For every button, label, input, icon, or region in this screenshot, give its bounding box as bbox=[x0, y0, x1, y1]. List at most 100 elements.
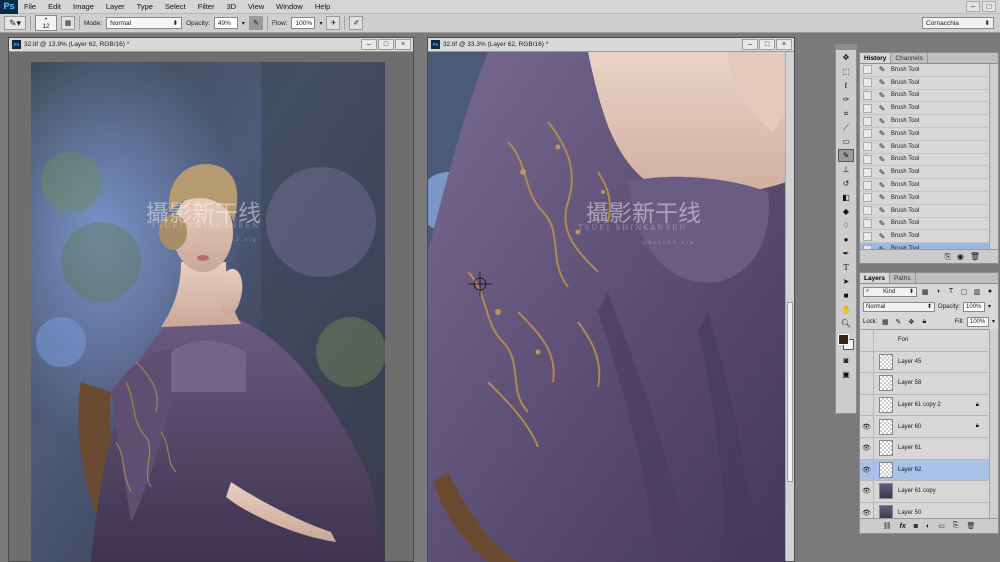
layer-row[interactable]: 👁︎ Layer 50 bbox=[860, 502, 989, 519]
blur-tool[interactable]: ♢ bbox=[838, 219, 854, 232]
hand-tool[interactable]: ✋ bbox=[838, 303, 854, 316]
menu-edit[interactable]: Edit bbox=[42, 2, 67, 11]
filter-toggle-icon[interactable]: ● bbox=[985, 287, 995, 297]
lock-all-icon[interactable]: 🔒︎ bbox=[919, 317, 929, 327]
layer-name[interactable]: Layer 61 copy 2 bbox=[898, 402, 941, 408]
quick-select-tool[interactable]: ✑ bbox=[838, 93, 854, 106]
gradient-tool[interactable]: ◆ bbox=[838, 205, 854, 218]
brush-panel-toggle[interactable]: ▦ bbox=[61, 16, 75, 30]
close-button[interactable]: × bbox=[395, 39, 411, 50]
eyedropper-tool[interactable]: ⟋ bbox=[838, 121, 854, 134]
type-tool[interactable]: T bbox=[838, 261, 854, 274]
eye-icon[interactable]: 👁︎ bbox=[860, 502, 874, 519]
fx-icon[interactable]: fx bbox=[900, 523, 906, 530]
history-state[interactable]: ✎ Brush Tool bbox=[860, 179, 989, 192]
airbrush-toggle[interactable]: ✈ bbox=[326, 16, 341, 30]
pen-tool[interactable]: ✒ bbox=[838, 247, 854, 260]
canvas-1[interactable]: 攝影新干线 TSUEI SHINKANSEN photo83.vip bbox=[31, 62, 385, 562]
history-state[interactable]: ✎ Brush Tool bbox=[860, 64, 989, 77]
menu-image[interactable]: Image bbox=[67, 2, 100, 11]
menu-file[interactable]: File bbox=[18, 2, 42, 11]
smart-object-filter-icon[interactable]: ▥ bbox=[972, 287, 982, 297]
menu-window[interactable]: Window bbox=[270, 2, 309, 11]
pressure-opacity-toggle[interactable]: ✎ bbox=[248, 16, 263, 30]
history-state[interactable]: ✎ Brush Tool bbox=[860, 102, 989, 116]
tab-layers[interactable]: Layers bbox=[860, 273, 890, 283]
snapshot-icon[interactable]: ◉ bbox=[957, 252, 964, 261]
layer-name[interactable]: Fori bbox=[898, 337, 908, 343]
minimize-button[interactable]: – bbox=[742, 39, 758, 50]
layer-opacity-input[interactable]: 100% bbox=[963, 301, 986, 312]
history-state[interactable]: ✎ Brush Tool bbox=[860, 192, 989, 205]
layer-name[interactable]: Layer 61 bbox=[898, 445, 921, 451]
lasso-tool[interactable]: ℓ bbox=[838, 79, 854, 92]
maximize-button[interactable]: □ bbox=[982, 1, 996, 12]
tab-channels[interactable]: Channels bbox=[891, 53, 928, 63]
trash-icon[interactable]: 🗑︎ bbox=[970, 252, 980, 261]
layer-name[interactable]: Layer 45 bbox=[898, 359, 921, 365]
maximize-button[interactable]: □ bbox=[759, 39, 775, 50]
lock-position-icon[interactable]: ✥ bbox=[906, 317, 916, 327]
new-document-from-state-icon[interactable]: ⎘ bbox=[944, 252, 950, 262]
vertical-scrollbar[interactable] bbox=[785, 52, 794, 561]
quick-mask-button[interactable]: ◙ bbox=[838, 354, 854, 367]
blend-mode-select[interactable]: Normal ⬍ bbox=[863, 301, 935, 312]
clone-stamp-tool[interactable]: ⊥ bbox=[838, 163, 854, 176]
shape-tool[interactable]: ■ bbox=[838, 289, 854, 302]
history-scrollbar[interactable] bbox=[989, 64, 998, 251]
layer-row[interactable]: Layer 61 copy 2 🔒︎ bbox=[860, 394, 989, 417]
flow-input[interactable]: 100% bbox=[291, 17, 316, 29]
layer-row[interactable]: 👁︎ Layer 61 copy bbox=[860, 480, 989, 503]
shape-filter-icon[interactable]: ▢ bbox=[959, 287, 969, 297]
new-layer-icon[interactable]: ⎘ bbox=[953, 522, 959, 530]
crop-tool[interactable]: ⌗ bbox=[838, 107, 854, 120]
history-source-checkbox[interactable] bbox=[863, 65, 872, 75]
marquee-tool[interactable]: ⬚ bbox=[838, 65, 854, 78]
history-source-checkbox[interactable] bbox=[863, 231, 872, 241]
adjustment-icon[interactable]: ◐ bbox=[926, 523, 930, 530]
maximize-button[interactable]: □ bbox=[378, 39, 394, 50]
tab-paths[interactable]: Paths bbox=[890, 273, 916, 283]
chevron-down-icon[interactable]: ▾ bbox=[988, 303, 991, 310]
layer-name[interactable]: Layer 62 bbox=[898, 467, 921, 473]
eye-icon[interactable]: 👁︎ bbox=[860, 459, 874, 481]
visibility-toggle[interactable] bbox=[860, 394, 874, 416]
history-state[interactable]: ✎ Brush Tool bbox=[860, 230, 989, 244]
screen-mode-button[interactable]: ▣ bbox=[838, 368, 854, 381]
workspace-switcher[interactable]: Cornacchia ⬍ bbox=[922, 17, 994, 29]
menu-3d[interactable]: 3D bbox=[220, 2, 242, 11]
menu-select[interactable]: Select bbox=[159, 2, 192, 11]
menu-filter[interactable]: Filter bbox=[192, 2, 221, 11]
layer-kind-filter[interactable]: ⌕ Kind ⬍ bbox=[863, 286, 917, 297]
chevron-down-icon[interactable]: ▾ bbox=[992, 318, 995, 325]
eye-icon[interactable]: 👁︎ bbox=[860, 480, 874, 503]
history-source-checkbox[interactable] bbox=[863, 193, 872, 203]
menu-help[interactable]: Help bbox=[309, 2, 336, 11]
brush-tool[interactable]: ✎ bbox=[838, 149, 854, 162]
fill-input[interactable]: 100% bbox=[966, 316, 989, 327]
lock-transparent-icon[interactable]: ▦ bbox=[880, 317, 890, 327]
history-state[interactable]: ✎ Brush Tool bbox=[860, 128, 989, 141]
history-source-checkbox[interactable] bbox=[863, 154, 872, 164]
menu-layer[interactable]: Layer bbox=[100, 2, 131, 11]
scrollbar-thumb[interactable] bbox=[787, 302, 793, 482]
minimize-button[interactable]: – bbox=[361, 39, 377, 50]
eye-icon[interactable]: 👁︎ bbox=[860, 415, 874, 438]
mask-icon[interactable]: ◙ bbox=[914, 523, 918, 530]
chevron-down-icon[interactable]: ▾ bbox=[319, 20, 322, 27]
tool-preset-picker[interactable]: ✎▾ bbox=[4, 16, 26, 30]
healing-tool[interactable]: ▭ bbox=[838, 135, 854, 148]
history-state[interactable]: ✎ Brush Tool bbox=[860, 115, 989, 128]
path-select-tool[interactable]: ➤ bbox=[838, 275, 854, 288]
history-source-checkbox[interactable] bbox=[863, 180, 872, 190]
layer-row[interactable]: 👁︎ Layer 60 🔒︎ bbox=[860, 415, 989, 438]
history-brush-tool[interactable]: ↺ bbox=[838, 177, 854, 190]
document-tab-2[interactable]: Ps 32.tif @ 33.3% (Layer 62, RGB/16) * –… bbox=[428, 38, 794, 52]
layer-row[interactable]: Fori bbox=[860, 330, 989, 352]
history-source-checkbox[interactable] bbox=[863, 90, 872, 100]
layer-name[interactable]: Layer 60 bbox=[898, 424, 921, 430]
visibility-toggle[interactable] bbox=[860, 372, 874, 395]
chevron-down-icon[interactable]: ▾ bbox=[242, 20, 245, 27]
menu-view[interactable]: View bbox=[242, 2, 270, 11]
mode-select[interactable]: Normal ⬍ bbox=[106, 17, 183, 29]
